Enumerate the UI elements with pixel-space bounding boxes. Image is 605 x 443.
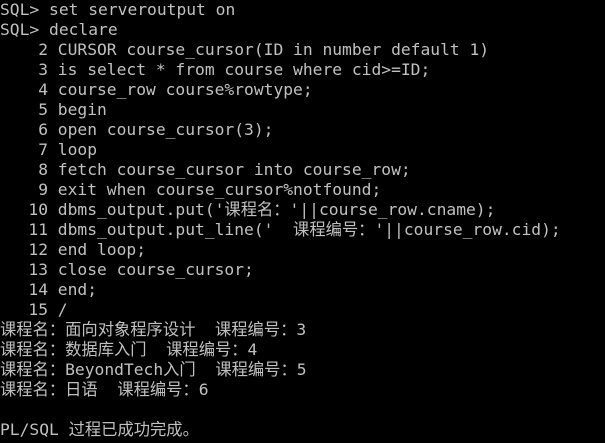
output-line: 课程名：日语 课程编号：6 [0,380,605,400]
line-number: 15 [28,300,48,319]
code-line: 12 end loop; [0,240,605,260]
output-line: PL/SQL 过程已成功完成。 [0,420,605,440]
sqlplus-console[interactable]: SQL> set serveroutput on SQL> declare 2 CUR… [0,0,605,443]
code-line: 9 exit when course_cursor%notfound; [0,180,605,200]
code-text: dbms_output.put_line(' 课程编号：'||course_ro… [57,220,561,239]
code-text: open course_cursor(3); [57,120,274,139]
code-line: 11 dbms_output.put_line(' 课程编号：'||course_… [0,220,605,240]
line-number: 11 [28,220,48,239]
output-text: 课程名：面向对象程序设计 课程编号：3 [0,320,307,339]
sql-prompt: SQL> [0,20,40,39]
code-text: dbms_output.put('课程名：'||course_row.cname… [57,200,496,219]
command-text: set serveroutput on [39,0,236,19]
code-line: 13 close course_cursor; [0,260,605,280]
code-line: 6 open course_cursor(3); [0,120,605,140]
code-text: is select * from course where cid>=ID; [57,60,431,79]
line-number: 9 [38,180,48,199]
command-text: declare [39,20,118,39]
code-line: 3 is select * from course where cid>=ID; [0,60,605,80]
output-text: 课程名：数据库入门 课程编号：4 [0,340,258,359]
prompt-line: SQL> set serveroutput on [0,0,605,20]
output-text: 课程名：日语 课程编号：6 [0,380,209,399]
code-line: 8 fetch course_cursor into course_row; [0,160,605,180]
code-line: 14 end; [0,280,605,300]
code-text: close course_cursor; [57,260,254,279]
code-text: course_row course%rowtype; [57,80,313,99]
output-line: 课程名：面向对象程序设计 课程编号：3 [0,320,605,340]
code-text: end loop; [57,240,147,259]
line-number: 10 [28,200,48,219]
code-line: 10 dbms_output.put('课程名：'||course_row.cna… [0,200,605,220]
code-text: / [57,300,68,319]
output-text: 课程名：BeyondTech入门 课程编号：5 [0,360,307,379]
code-line: 15 / [0,300,605,320]
code-text: end; [57,280,98,299]
code-line: 5 begin [0,100,605,120]
line-number: 7 [38,140,48,159]
line-number: 14 [28,280,48,299]
output-line: 课程名：数据库入门 课程编号：4 [0,340,605,360]
code-line: 2 CURSOR course_cursor(ID in number defau… [0,40,605,60]
code-line: 7 loop [0,140,605,160]
line-number: 13 [28,260,48,279]
line-number: 12 [28,240,48,259]
line-number: 8 [38,160,48,179]
line-number: 2 [38,40,48,59]
code-line: 4 course_row course%rowtype; [0,80,605,100]
prompt-line: SQL> declare [0,20,605,40]
code-text: begin [57,100,107,119]
code-text: fetch course_cursor into course_row; [57,160,411,179]
line-number: 3 [38,60,48,79]
output-text: PL/SQL 过程已成功完成。 [0,420,199,439]
output-line: 课程名：BeyondTech入门 课程编号：5 [0,360,605,380]
code-text: CURSOR course_cursor(ID in number defaul… [57,40,490,59]
line-number: 4 [38,80,48,99]
line-number: 5 [38,100,48,119]
code-text: exit when course_cursor%notfound; [57,180,382,199]
code-text: loop [57,140,98,159]
sql-prompt: SQL> [0,0,40,19]
line-number: 6 [38,120,48,139]
